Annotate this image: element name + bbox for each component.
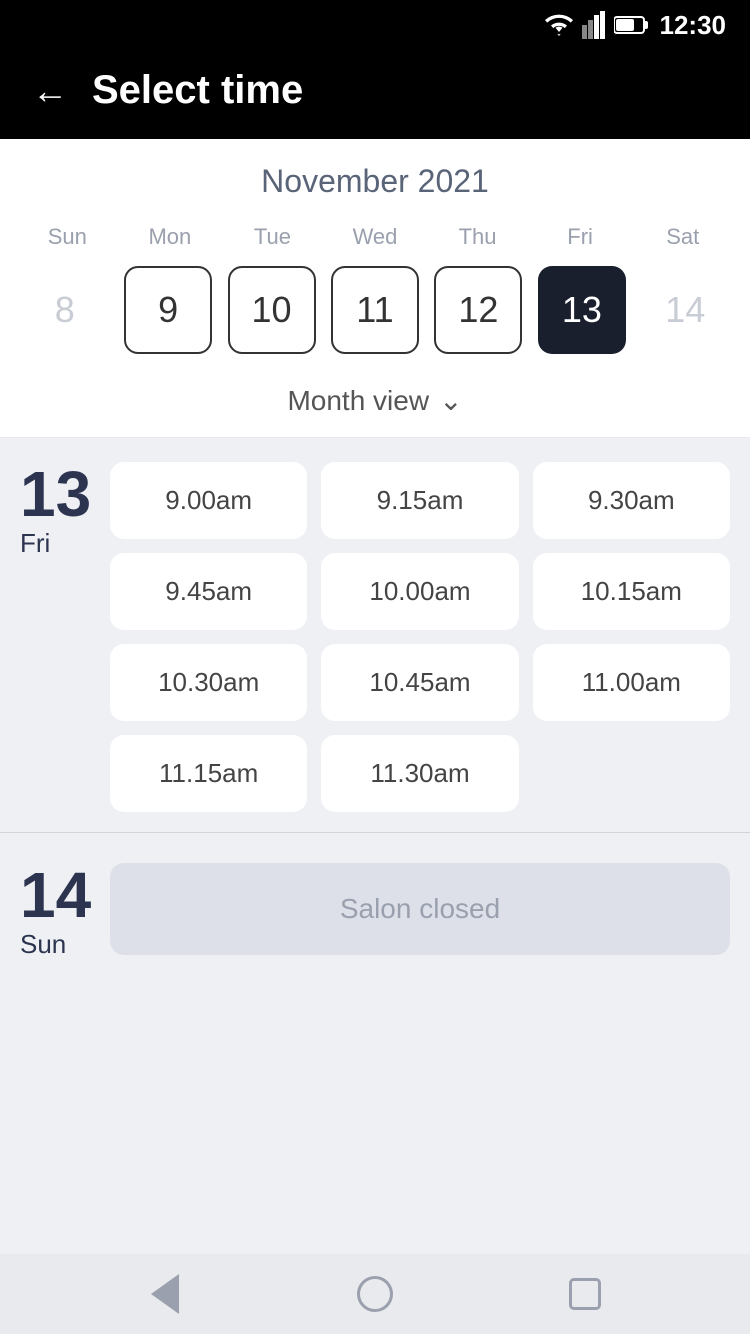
calendar-date[interactable]: 10 <box>228 266 316 354</box>
month-view-toggle[interactable]: Month view ⌄ <box>0 366 750 438</box>
day-number: 13 <box>20 462 110 526</box>
weekday-label: Sun <box>16 218 119 256</box>
calendar-date[interactable]: 13 <box>538 266 626 354</box>
status-bar: 12:30 <box>0 0 750 50</box>
time-slot[interactable]: 10.00am <box>321 553 518 630</box>
signal-icon <box>582 11 606 39</box>
day-name: Sun <box>20 929 110 960</box>
calendar-date[interactable]: 9 <box>124 266 212 354</box>
calendar-date[interactable]: 8 <box>21 266 109 354</box>
calendar-date[interactable]: 14 <box>641 266 729 354</box>
back-button[interactable]: ← <box>32 70 68 112</box>
weekday-label: Sat <box>631 218 734 256</box>
back-nav-button[interactable] <box>143 1272 187 1316</box>
time-slot[interactable]: 9.00am <box>110 462 307 539</box>
android-nav-bar <box>0 1254 750 1334</box>
weekday-label: Tue <box>221 218 324 256</box>
time-slot[interactable]: 10.15am <box>533 553 730 630</box>
battery-icon <box>614 15 650 35</box>
home-nav-button[interactable] <box>353 1272 397 1316</box>
time-slot[interactable]: 11.15am <box>110 735 307 812</box>
wifi-icon <box>544 14 574 36</box>
status-icons <box>544 11 650 39</box>
time-slot[interactable]: 10.30am <box>110 644 307 721</box>
weekday-label: Thu <box>426 218 529 256</box>
time-slot[interactable]: 10.45am <box>321 644 518 721</box>
day-name: Fri <box>20 528 110 559</box>
time-slot[interactable]: 11.30am <box>321 735 518 812</box>
time-slot[interactable]: 9.45am <box>110 553 307 630</box>
time-slots-grid: 9.00am9.15am9.30am9.45am10.00am10.15am10… <box>110 462 730 812</box>
day-block: 13Fri9.00am9.15am9.30am 9.45am10.00am10.1… <box>0 438 750 832</box>
month-label: November 2021 <box>16 163 734 200</box>
weekday-label: Fri <box>529 218 632 256</box>
calendar-section: November 2021 SunMonTueWedThuFriSat 8910… <box>0 139 750 366</box>
slots-section: 13Fri9.00am9.15am9.30am 9.45am10.00am10.1… <box>0 438 750 1254</box>
calendar-date[interactable]: 11 <box>331 266 419 354</box>
day-number: 14 <box>20 863 110 927</box>
time-slot[interactable]: 11.00am <box>533 644 730 721</box>
dates-row: 891011121314 <box>16 266 734 366</box>
app-header: ← Select time <box>0 50 750 139</box>
page-title: Select time <box>92 68 303 113</box>
weekday-label: Wed <box>324 218 427 256</box>
calendar-date[interactable]: 12 <box>434 266 522 354</box>
chevron-down-icon: ⌄ <box>439 384 462 417</box>
weekdays-row: SunMonTueWedThuFriSat <box>16 218 734 256</box>
time-display: 12:30 <box>660 10 727 41</box>
salon-closed-label: Salon closed <box>110 863 730 955</box>
recents-nav-button[interactable] <box>563 1272 607 1316</box>
month-view-label: Month view <box>287 385 429 417</box>
time-slot[interactable]: 9.30am <box>533 462 730 539</box>
day-block: 14SunSalon closed <box>0 832 750 980</box>
time-slot[interactable]: 9.15am <box>321 462 518 539</box>
weekday-label: Mon <box>119 218 222 256</box>
